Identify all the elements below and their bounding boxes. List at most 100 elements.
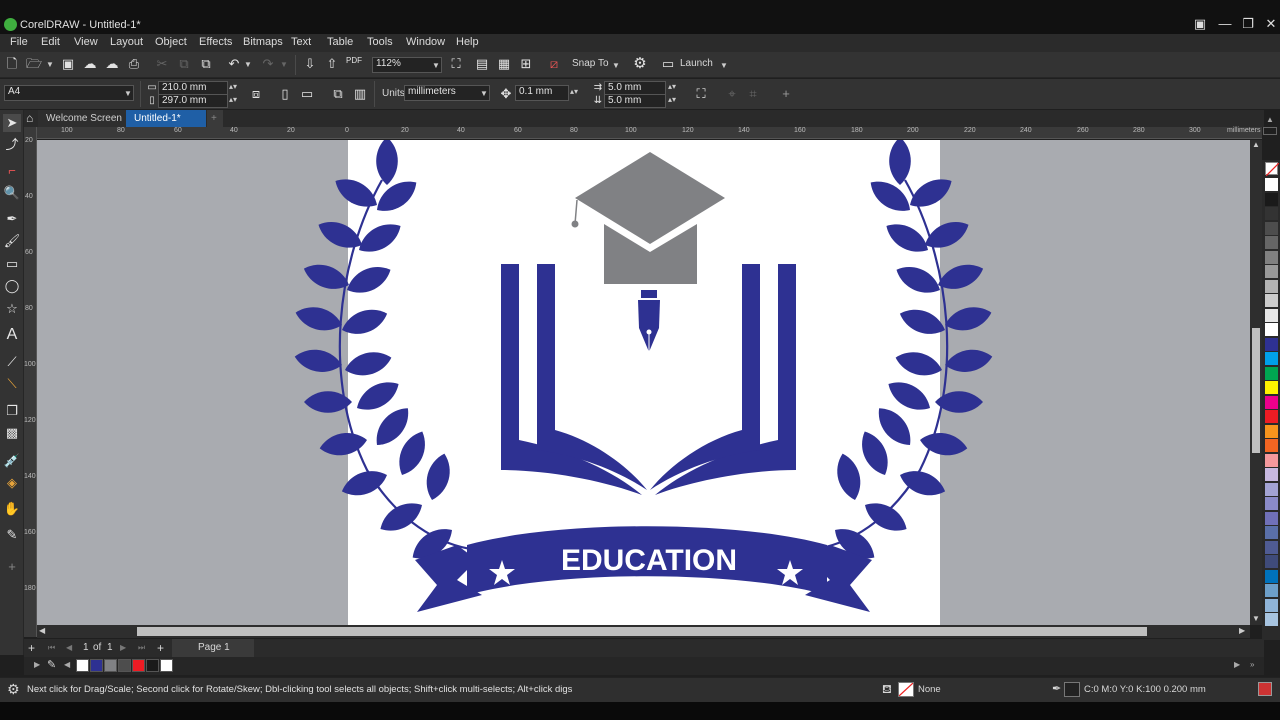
page-size-dropdown-icon[interactable]: ▼ (124, 89, 132, 98)
snap-to-dropdown-icon[interactable]: ▼ (612, 61, 620, 70)
treat-as-filled-icon[interactable]: ⛶ (693, 86, 709, 102)
rectangle-tool-icon[interactable]: ▭ (3, 255, 21, 273)
previous-page-icon[interactable]: ◀ (66, 643, 72, 652)
scroll-up-icon[interactable]: ▲ (1252, 140, 1260, 149)
launch-label[interactable]: Launch (680, 58, 713, 69)
add-page-after-icon[interactable]: + (157, 641, 164, 655)
doc-palette-menu-icon[interactable]: ▶ (34, 660, 40, 669)
document-palette-swatch[interactable] (118, 659, 131, 672)
edit-paragraph-icon[interactable]: ⌖ (724, 86, 740, 102)
height-spin-icon[interactable]: ▴▾ (229, 95, 237, 104)
document-palette-swatch[interactable] (90, 659, 103, 672)
artistic-media-icon[interactable]: 🖌 (3, 232, 21, 250)
palette-swatch[interactable] (1265, 598, 1278, 612)
tab-untitled-1[interactable]: Untitled-1* (126, 110, 206, 127)
landscape-icon[interactable]: ▭ (299, 86, 315, 102)
pick-tool-icon[interactable]: ➤ (3, 114, 21, 132)
restore-layout-icon[interactable]: ▣ (1190, 16, 1210, 32)
palette-swatch[interactable] (1265, 178, 1278, 191)
palette-swatch[interactable] (1265, 337, 1278, 351)
palette-swatch[interactable] (1265, 250, 1278, 264)
menu-edit[interactable]: Edit (41, 36, 60, 48)
ellipse-tool-icon[interactable]: ◯ (3, 277, 21, 295)
print-icon[interactable]: ⎙ (126, 56, 142, 72)
all-pages-icon[interactable]: ⧈ (248, 86, 264, 102)
palette-swatch[interactable] (1265, 569, 1278, 583)
horizontal-scrollbar[interactable]: ◀ ▶ (37, 625, 1250, 638)
palette-swatch[interactable] (1265, 294, 1278, 307)
scroll-left-icon[interactable]: ◀ (39, 626, 45, 635)
interactive-fill-icon[interactable]: ◈ (3, 474, 21, 492)
snap-to-label[interactable]: Snap To (572, 58, 609, 69)
cloud-download-icon[interactable]: ☁ (104, 56, 120, 72)
horizontal-scroll-thumb[interactable] (137, 627, 1147, 636)
palette-swatch[interactable] (1265, 511, 1278, 525)
open-dropdown-icon[interactable]: ▼ (46, 60, 54, 69)
palette-swatch[interactable] (1265, 453, 1278, 467)
vertical-scroll-thumb[interactable] (1252, 328, 1260, 453)
export-icon[interactable]: ⇧ (324, 56, 340, 72)
palette-swatch[interactable] (1265, 424, 1278, 438)
menu-effects[interactable]: Effects (199, 36, 232, 48)
connector-tool-icon[interactable]: ⟍ (3, 375, 21, 393)
palette-swatch[interactable] (1265, 279, 1278, 293)
polygon-tool-icon[interactable]: ☆ (3, 300, 21, 318)
document-palette-swatch[interactable] (132, 659, 145, 672)
maximize-button[interactable]: ❐ (1238, 16, 1258, 32)
add-page-before-icon[interactable]: + (28, 641, 35, 655)
export-pdf-icon[interactable]: PDF (346, 56, 362, 65)
menu-object[interactable]: Object (155, 36, 187, 48)
options-gear-icon[interactable]: ⚙ (632, 56, 648, 72)
scroll-right-icon[interactable]: ▶ (1239, 626, 1245, 635)
smart-fill-icon[interactable]: ✋ (3, 500, 21, 518)
cloud-upload-icon[interactable]: ☁ (82, 56, 98, 72)
palette-swatch[interactable] (1265, 555, 1278, 568)
copy-icon[interactable]: ⧉ (176, 56, 192, 72)
nudge-spin-icon[interactable]: ▴▾ (570, 87, 578, 96)
vertical-scrollbar[interactable]: ▲ ▼ (1250, 140, 1262, 625)
palette-swatch[interactable] (1265, 192, 1278, 206)
duplicate-x-field[interactable]: 5.0 mm (604, 81, 666, 95)
palette-swatch[interactable] (1265, 410, 1278, 423)
open-folder-icon[interactable]: 🗁 (26, 56, 42, 72)
show-rulers-icon[interactable]: ▤ (474, 56, 490, 72)
import-icon[interactable]: ⇩ (302, 56, 318, 72)
document-palette-swatch[interactable] (76, 659, 89, 672)
dup-y-spin-icon[interactable]: ▴▾ (668, 95, 676, 104)
doc-palette-scroll-right-icon[interactable]: ▶ (1234, 660, 1240, 669)
outline-color-swatch[interactable] (1064, 682, 1080, 697)
page-width-field[interactable]: 210.0 mm (158, 81, 228, 95)
tab-welcome-screen[interactable]: Welcome Screen (38, 110, 138, 127)
last-page-icon[interactable]: ⏭ (138, 643, 145, 653)
units-dropdown-icon[interactable]: ▼ (480, 89, 488, 98)
save-icon[interactable]: ▣ (60, 56, 76, 72)
all-pages-size-icon[interactable]: ⧉ (330, 86, 346, 102)
palette-swatch[interactable] (1265, 207, 1278, 220)
close-button[interactable]: ✕ (1261, 16, 1280, 32)
palette-swatch[interactable] (1265, 366, 1278, 380)
undo-icon[interactable]: ↶ (226, 56, 242, 72)
palette-swatch[interactable] (1265, 221, 1278, 235)
transparency-icon[interactable]: ▩ (3, 424, 21, 442)
palette-swatch[interactable] (1265, 352, 1278, 365)
quick-customize-icon[interactable]: + (3, 558, 21, 576)
scroll-down-icon[interactable]: ▼ (1252, 614, 1260, 623)
undo-dropdown-icon[interactable]: ▼ (244, 60, 252, 69)
eyedropper-icon-small[interactable]: ✎ (47, 658, 56, 671)
dup-x-spin-icon[interactable]: ▴▾ (668, 82, 676, 91)
text-tool-icon[interactable]: A (3, 326, 21, 344)
palette-swatch[interactable] (1265, 323, 1278, 336)
add-toolbar-item-icon[interactable]: + (778, 86, 794, 102)
document-palette-swatch[interactable] (146, 659, 159, 672)
palette-swatch[interactable] (1265, 540, 1278, 554)
new-document-icon[interactable]: 🗋 (4, 56, 20, 72)
redo-dropdown-icon[interactable]: ▼ (280, 60, 288, 69)
palette-swatch[interactable] (1265, 265, 1278, 278)
paste-icon[interactable]: ⧉ (198, 56, 214, 72)
doc-palette-scroll-left-icon[interactable]: ◀ (64, 660, 70, 669)
palette-swatch[interactable] (1265, 497, 1278, 510)
education-logo-artwork[interactable]: EDUCATION (37, 140, 1250, 625)
palette-swatch[interactable] (1265, 308, 1278, 322)
full-screen-icon[interactable]: ⛶ (448, 56, 464, 72)
vertical-ruler[interactable]: 20 40 60 80 100 120 140 160 180 (24, 127, 37, 637)
